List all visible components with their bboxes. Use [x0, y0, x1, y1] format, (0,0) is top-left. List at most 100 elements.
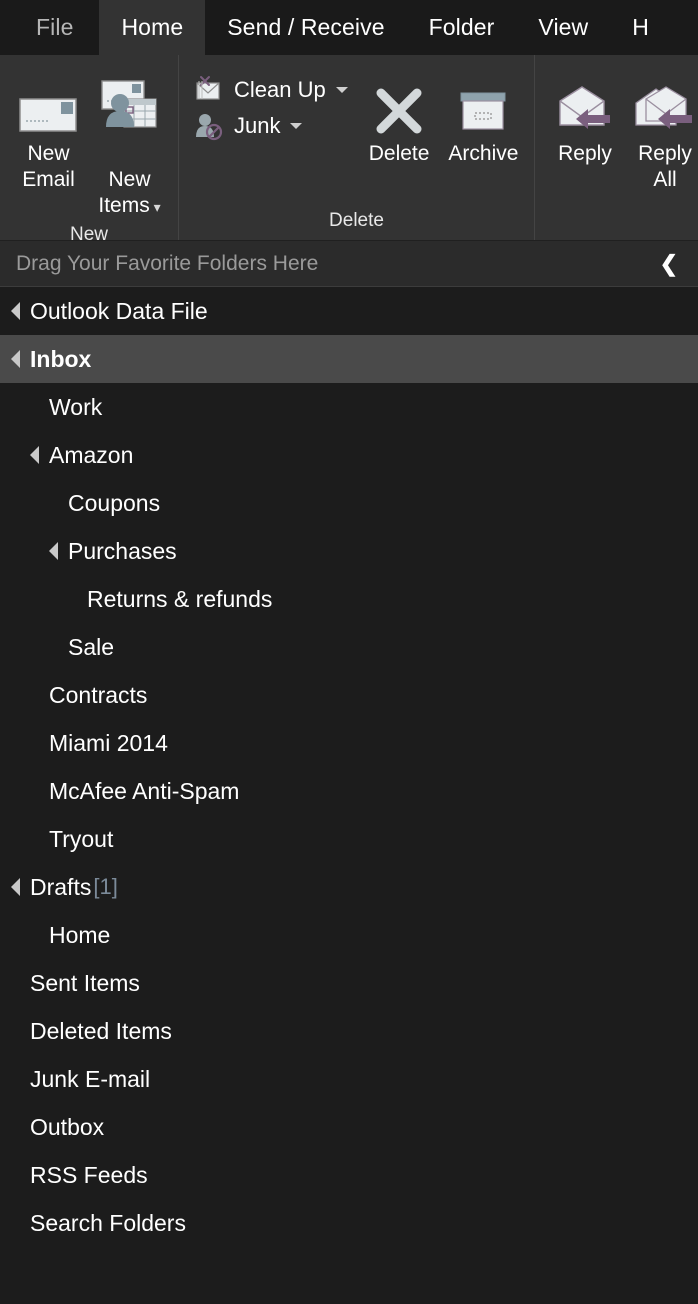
ribbon-tab-label: Home — [121, 14, 184, 40]
ribbon-group-new-label: New — [69, 224, 108, 245]
folder-name: Returns & refunds — [87, 585, 273, 612]
folder-name: McAfee Anti-Spam — [49, 777, 240, 804]
ribbon-tab-strip: File Home Send / Receive Folder View H — [0, 0, 698, 55]
folder-tree-item[interactable]: McAfee Anti-Spam — [0, 767, 698, 815]
folder-name: Purchases — [68, 537, 177, 564]
folder-name: Outbox — [30, 1113, 105, 1140]
new-items-button[interactable]: New Items ▾ — [91, 67, 168, 220]
junk-label: Junk — [234, 113, 281, 138]
folder-tree-item[interactable]: Drafts [1] — [0, 863, 698, 911]
folder-name: Contracts — [49, 681, 148, 708]
archive-box-icon — [453, 71, 513, 137]
folder-name: Tryout — [49, 825, 114, 852]
ribbon-group-respond: Reply Reply All — [534, 55, 698, 240]
ribbon-tab-label: Send / Receive — [227, 14, 385, 40]
expander-triangle-icon[interactable] — [11, 302, 20, 320]
expander-triangle-icon[interactable] — [11, 350, 20, 368]
folder-tree-item[interactable]: Outlook Data File — [0, 287, 698, 335]
folder-name: Drafts — [30, 873, 92, 900]
ribbon-group-delete-body: Clean Up Junk Delete Archive — [179, 61, 534, 206]
favorites-bar-label: Drag Your Favorite Folders Here — [16, 251, 319, 275]
ribbon-tab-file[interactable]: File — [10, 0, 99, 55]
folder-name: Inbox — [30, 345, 92, 372]
ribbon: New Email New Items ▾ New Clean Up Junk … — [0, 55, 698, 245]
archive-label: Archive — [448, 142, 519, 165]
reply-all-label: Reply All — [638, 142, 692, 191]
folder-name: Sent Items — [30, 969, 140, 996]
new-items-caret-icon[interactable]: ▾ — [150, 199, 161, 215]
delete-small-commands: Clean Up Junk — [193, 67, 355, 141]
ribbon-tab-label: Folder — [428, 14, 495, 40]
clean-up-caret-icon[interactable] — [335, 87, 348, 93]
folder-name: Deleted Items — [30, 1017, 172, 1044]
ribbon-tab-label: File — [36, 14, 74, 40]
ribbon-tab-h[interactable]: H — [610, 0, 671, 55]
folder-name: Sale — [68, 633, 115, 660]
folder-tree-item[interactable]: Coupons — [0, 479, 698, 527]
outlook-window: File Home Send / Receive Folder View H New Em… — [0, 0, 698, 1304]
folder-tree-item[interactable]: Returns & refunds — [0, 575, 698, 623]
delete-button[interactable]: Delete — [361, 67, 437, 167]
expander-triangle-icon[interactable] — [30, 446, 39, 464]
folder-name: Outlook Data File — [30, 297, 208, 324]
folder-tree-item[interactable]: Home — [0, 911, 698, 959]
folder-tree-item[interactable]: Work — [0, 383, 698, 431]
ribbon-tab-folder[interactable]: Folder — [407, 0, 517, 55]
folder-tree-item[interactable]: Inbox — [0, 335, 698, 383]
folder-unread-count: [1] — [93, 874, 118, 899]
junk-icon — [193, 111, 227, 141]
new-items-icon — [98, 71, 162, 137]
ribbon-group-respond-label — [535, 206, 698, 240]
ribbon-group-delete-label: Delete — [329, 210, 384, 231]
ribbon-tab-send-receive[interactable]: Send / Receive — [205, 0, 406, 55]
new-email-icon — [17, 71, 81, 137]
folder-name: Home — [49, 921, 111, 948]
folder-name: Work — [49, 393, 103, 420]
junk-button[interactable]: Junk — [193, 111, 355, 141]
clean-up-button[interactable]: Clean Up — [193, 75, 355, 105]
folder-tree-item[interactable]: RSS Feeds — [0, 1151, 698, 1199]
folder-tree-item[interactable]: Deleted Items — [0, 1007, 698, 1055]
archive-button[interactable]: Archive — [443, 67, 524, 167]
folder-name: RSS Feeds — [30, 1161, 148, 1188]
folder-tree-item[interactable]: Junk E-mail — [0, 1055, 698, 1103]
reply-all-icon — [634, 71, 696, 137]
delete-label: Delete — [368, 142, 430, 165]
folder-tree-item[interactable]: Contracts — [0, 671, 698, 719]
ribbon-tab-view[interactable]: View — [516, 0, 610, 55]
folder-name: Coupons — [68, 489, 161, 516]
ribbon-tab-label: View — [538, 14, 589, 40]
new-email-button[interactable]: New Email — [10, 67, 87, 193]
reply-button[interactable]: Reply — [547, 67, 623, 167]
reply-all-button[interactable]: Reply All — [627, 67, 698, 193]
folder-name: Junk E-mail — [30, 1065, 151, 1092]
reply-icon — [554, 71, 616, 137]
ribbon-group-delete: Clean Up Junk Delete Archive Delete — [178, 55, 534, 240]
folder-tree-item[interactable]: Outbox — [0, 1103, 698, 1151]
expander-triangle-icon[interactable] — [49, 542, 58, 560]
ribbon-tab-label: H — [632, 14, 649, 40]
ribbon-tab-home[interactable]: Home — [99, 0, 206, 55]
folder-tree-item[interactable]: Sent Items — [0, 959, 698, 1007]
clean-up-label: Clean Up — [234, 77, 326, 102]
delete-x-icon — [369, 71, 429, 137]
folder-name: Search Folders — [30, 1209, 186, 1236]
folder-tree-item[interactable]: Amazon — [0, 431, 698, 479]
ribbon-group-new-body: New Email New Items ▾ — [0, 61, 178, 220]
ribbon-group-respond-body: Reply Reply All — [535, 61, 698, 206]
folder-tree-item[interactable]: Miami 2014 — [0, 719, 698, 767]
folder-tree: Outlook Data File Inbox Work Amazon Coupons P… — [0, 287, 698, 1247]
folder-name: Amazon — [49, 441, 134, 468]
folder-tree-item[interactable]: Purchases — [0, 527, 698, 575]
chevron-left-icon[interactable]: ❮ — [660, 252, 682, 275]
folder-tree-item[interactable]: Sale — [0, 623, 698, 671]
folder-tree-item[interactable]: Search Folders — [0, 1199, 698, 1247]
new-items-label: New Items ▾ — [98, 141, 160, 220]
junk-caret-icon[interactable] — [290, 123, 303, 129]
expander-triangle-icon[interactable] — [11, 878, 20, 896]
new-items-label-text: New Items — [98, 168, 151, 217]
new-email-label: New Email — [22, 142, 75, 191]
reply-label: Reply — [558, 142, 612, 165]
folder-name: Miami 2014 — [49, 729, 168, 756]
folder-tree-item[interactable]: Tryout — [0, 815, 698, 863]
